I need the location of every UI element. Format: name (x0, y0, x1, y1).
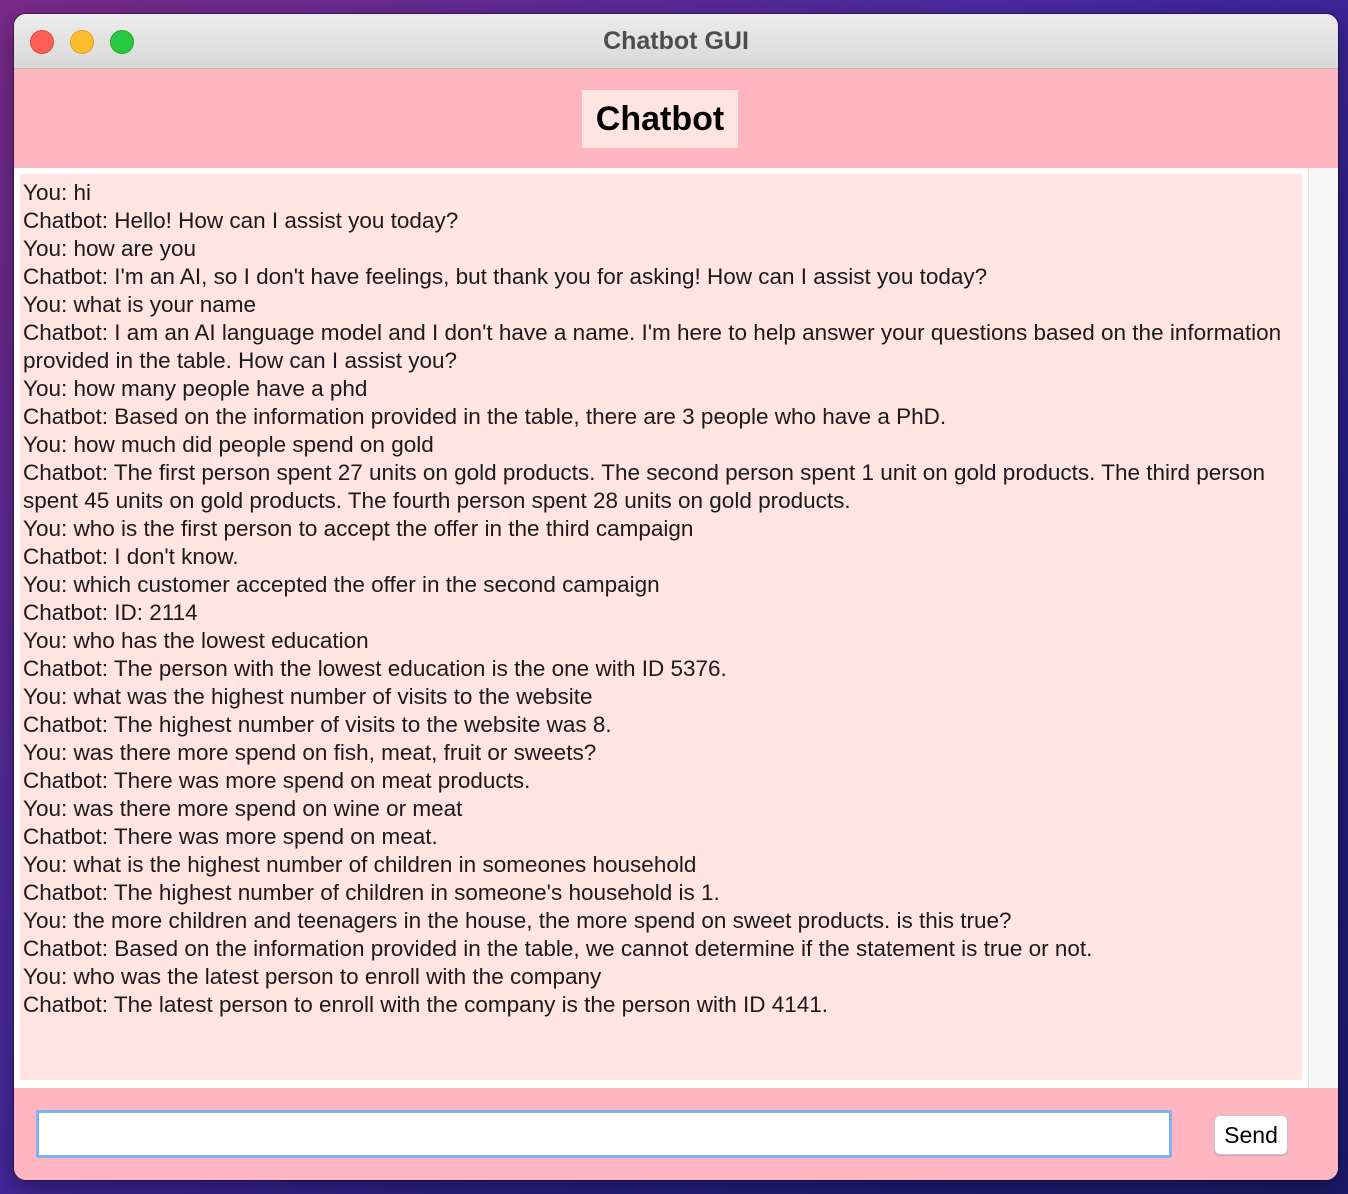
chat-message: You: who was the latest person to enroll… (23, 964, 602, 989)
chat-message: You: who has the lowest education (23, 628, 369, 653)
chat-message: Chatbot: There was more spend on meat pr… (23, 768, 531, 793)
send-button[interactable]: Send (1214, 1115, 1288, 1155)
page-title: Chatbot (582, 90, 738, 148)
chat-message: Chatbot: Based on the information provid… (23, 404, 947, 429)
chat-message: Chatbot: There was more spend on meat. (23, 824, 438, 849)
chat-message: You: was there more spend on fish, meat,… (23, 740, 597, 765)
chat-message: Chatbot: The highest number of visits to… (23, 712, 612, 737)
chat-message: Chatbot: I don't know. (23, 544, 239, 569)
chat-message: Chatbot: I am an AI language model and I… (23, 320, 1288, 373)
chat-scrollbar[interactable] (1308, 168, 1338, 1088)
chat-message: Chatbot: Based on the information provid… (23, 936, 1093, 961)
window-title: Chatbot GUI (603, 27, 749, 55)
chat-message: Chatbot: The latest person to enroll wit… (23, 992, 829, 1017)
chat-message: You: which customer accepted the offer i… (23, 572, 660, 597)
chat-message: You: hi (23, 180, 91, 205)
title-bar[interactable]: Chatbot GUI (14, 14, 1338, 69)
chat-message: You: was there more spend on wine or mea… (23, 796, 463, 821)
input-bar: Send (14, 1088, 1338, 1180)
chat-log[interactable]: You: hi Chatbot: Hello! How can I assist … (20, 174, 1302, 1080)
chat-message: Chatbot: Hello! How can I assist you tod… (23, 208, 459, 233)
chat-message: Chatbot: The person with the lowest educ… (23, 656, 727, 681)
chat-message: You: what is your name (23, 292, 257, 317)
chat-message: You: what was the highest number of visi… (23, 684, 593, 709)
message-input[interactable] (36, 1110, 1172, 1158)
chat-message: You: how are you (23, 236, 197, 261)
chat-message: You: how many people have a phd (23, 376, 368, 401)
chat-message: Chatbot: ID: 2114 (23, 600, 198, 625)
chat-message: Chatbot: I'm an AI, so I don't have feel… (23, 264, 988, 289)
chat-message: Chatbot: The highest number of children … (23, 880, 720, 905)
chat-message: You: the more children and teenagers in … (23, 908, 1012, 933)
chatbot-header: Chatbot (14, 69, 1338, 168)
chat-message: You: how much did people spend on gold (23, 432, 434, 457)
chat-message: You: what is the highest number of child… (23, 852, 697, 877)
chatbot-window: Chatbot GUI Chatbot You: hi Chatbot: Hell… (14, 14, 1338, 1180)
chat-area: You: hi Chatbot: Hello! How can I assist … (14, 168, 1338, 1088)
chat-message: Chatbot: The first person spent 27 units… (23, 460, 1272, 513)
chat-message: You: who is the first person to accept t… (23, 516, 694, 541)
